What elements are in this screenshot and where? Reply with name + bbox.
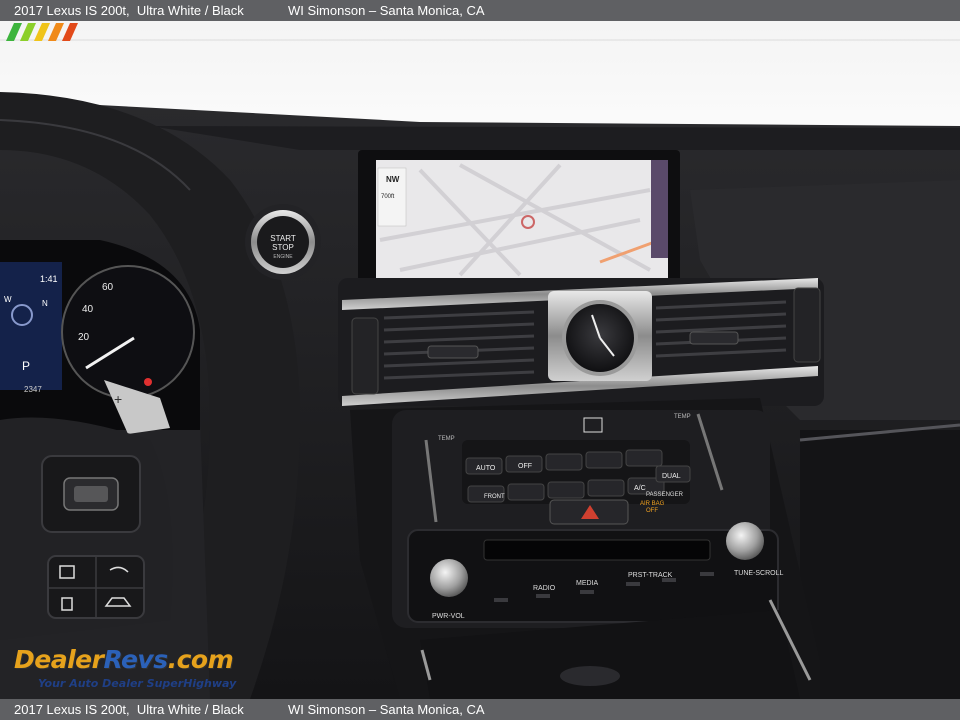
speedo-tick-60: 60 xyxy=(102,282,114,293)
cluster-time: 1:41 xyxy=(40,274,58,284)
watermark-tagline: Your Auto Dealer SuperHighway xyxy=(38,677,237,690)
brand-stripes-icon xyxy=(6,23,78,41)
front-defrost-label: FRONT xyxy=(484,494,505,500)
watermark-logo: DealerRevs.com xyxy=(14,645,234,674)
radio-button-label: RADIO xyxy=(533,585,556,592)
caption-car-bottom: 2017 Lexus IS 200t, Ultra White / Black xyxy=(14,702,244,717)
cluster-compass-n: N xyxy=(42,299,48,308)
watermark-brand-dealer: Dealer xyxy=(14,645,104,674)
temp-label-right: TEMP xyxy=(674,414,691,420)
airbag-off-label: OFF xyxy=(646,508,658,514)
caption-bar-top: 2017 Lexus IS 200t, Ultra White / Black … xyxy=(0,0,960,21)
tune-scroll-label: TUNE-SCROLL xyxy=(734,570,784,577)
dual-button-label: DUAL xyxy=(662,473,681,480)
cluster-odometer: 2347 xyxy=(24,385,42,394)
caption-dealer-bottom: WI Simonson – Santa Monica, CA xyxy=(288,702,485,717)
caption-car: 2017 Lexus IS 200t, Ultra White / Black xyxy=(14,3,244,18)
airbag-label: AIR BAG xyxy=(640,501,665,507)
pwr-vol-label: PWR-VOL xyxy=(432,613,465,620)
dashboard-illustration: NW 700ft 1:41 W N P 2347 60 40 20 + STAR… xyxy=(0,21,960,699)
engine-label: ENGINE xyxy=(273,254,293,260)
cluster-gear: P xyxy=(22,359,30,373)
caption-dealer: WI Simonson – Santa Monica, CA xyxy=(288,3,485,18)
speedo-tick-20: 20 xyxy=(78,332,90,343)
watermark-brand-revs: Revs xyxy=(103,645,168,674)
passenger-label: PASSENGER xyxy=(646,492,684,498)
start-label: START xyxy=(270,234,296,243)
speedo-tick-40: 40 xyxy=(82,304,94,315)
nav-compass: NW xyxy=(386,175,400,184)
media-button-label: MEDIA xyxy=(576,580,599,587)
dealerrevs-watermark: DealerRevs.com Your Auto Dealer SuperHig… xyxy=(10,643,270,693)
caption-bar-bottom: 2017 Lexus IS 200t, Ultra White / Black … xyxy=(0,699,960,720)
watermark-brand-com: .com xyxy=(167,645,234,674)
svg-text:+: + xyxy=(114,391,122,407)
auto-button-label: AUTO xyxy=(476,465,496,472)
temp-label-left: TEMP xyxy=(438,436,455,442)
prst-track-label: PRST-TRACK xyxy=(628,572,673,579)
stop-label: STOP xyxy=(272,243,294,252)
nav-distance: 700ft xyxy=(381,194,395,200)
ac-button-label: A/C xyxy=(634,485,646,492)
dashboard-photo: NW 700ft 1:41 W N P 2347 60 40 20 + STAR… xyxy=(0,21,960,699)
cluster-compass-w: W xyxy=(4,295,12,304)
fan-off-label: OFF xyxy=(518,463,532,470)
